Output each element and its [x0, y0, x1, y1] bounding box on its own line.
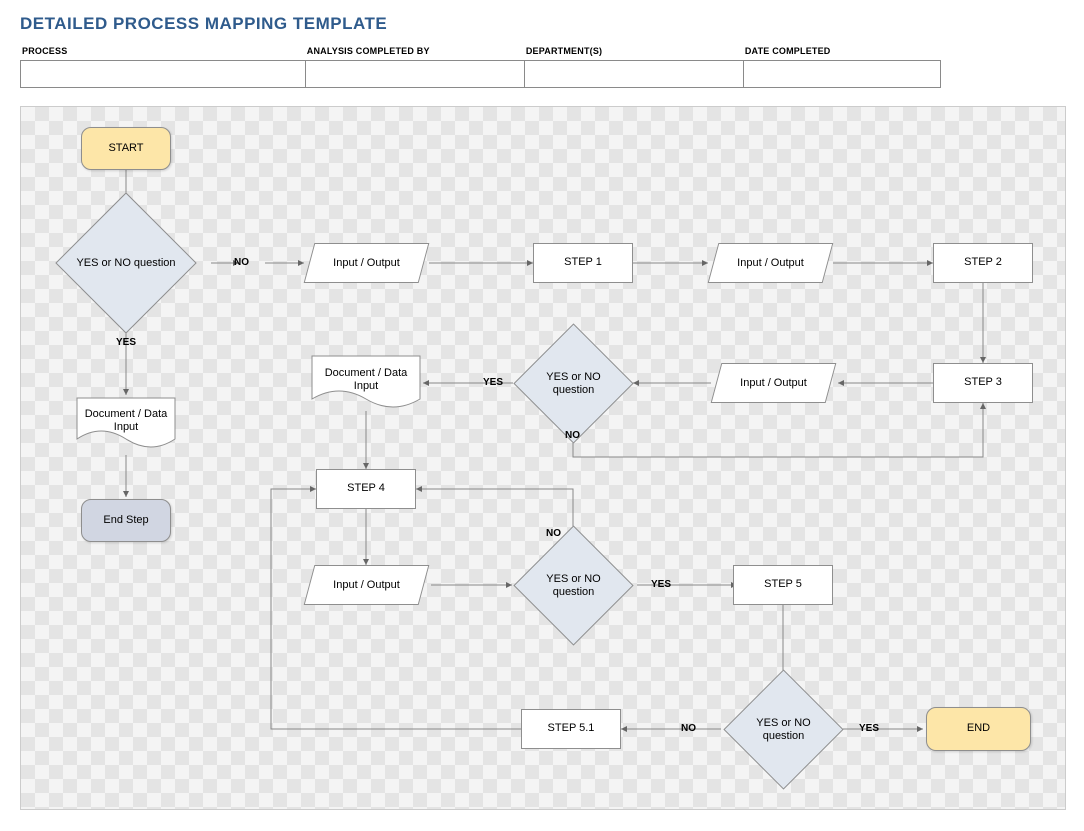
step-1: STEP 1 [533, 243, 633, 283]
decision-q2: YES or NO question [531, 341, 616, 426]
q4-no-label: NO [681, 723, 696, 734]
date-label: DATE COMPLETED [743, 44, 940, 60]
form-header: PROCESS ANALYSIS COMPLETED BY DEPARTMENT… [20, 44, 940, 88]
q1-no-label: NO [234, 257, 249, 268]
step-3: STEP 3 [933, 363, 1033, 403]
q2-no-label: NO [565, 430, 580, 441]
q3-yes-label: YES [651, 579, 671, 590]
io-4: Input / Output [309, 565, 424, 605]
io-3: Input / Output [716, 363, 831, 403]
step-5: STEP 5 [733, 565, 833, 605]
page-title: DETAILED PROCESS MAPPING TEMPLATE [20, 14, 1064, 34]
q4-yes-label: YES [859, 723, 879, 734]
q3-no-label: NO [546, 528, 561, 539]
decision-q1: YES or NO question [76, 213, 176, 313]
analysis-label: ANALYSIS COMPLETED BY [305, 44, 524, 60]
date-field[interactable] [743, 60, 941, 88]
process-field[interactable] [20, 60, 306, 88]
io-1: Input / Output [309, 243, 424, 283]
end-step-node: End Step [81, 499, 171, 542]
decision-q3: YES or NO question [531, 543, 616, 628]
connectors [21, 107, 1065, 809]
start-node: START [81, 127, 171, 170]
q1-yes-label: YES [116, 337, 136, 348]
step-2: STEP 2 [933, 243, 1033, 283]
analysis-field[interactable] [305, 60, 525, 88]
decision-q4: YES or NO question [741, 687, 826, 772]
io-2: Input / Output [713, 243, 828, 283]
department-label: DEPARTMENT(S) [524, 44, 743, 60]
end-node: END [926, 707, 1031, 751]
document-1: Document / Data Input [76, 397, 176, 453]
q2-yes-label: YES [483, 377, 503, 388]
step-5-1: STEP 5.1 [521, 709, 621, 749]
step-4: STEP 4 [316, 469, 416, 509]
document-2: Document / Data Input [311, 355, 421, 413]
department-field[interactable] [524, 60, 744, 88]
process-label: PROCESS [20, 44, 305, 60]
flowchart-canvas: START YES or NO question NO YES Input / … [20, 106, 1066, 810]
